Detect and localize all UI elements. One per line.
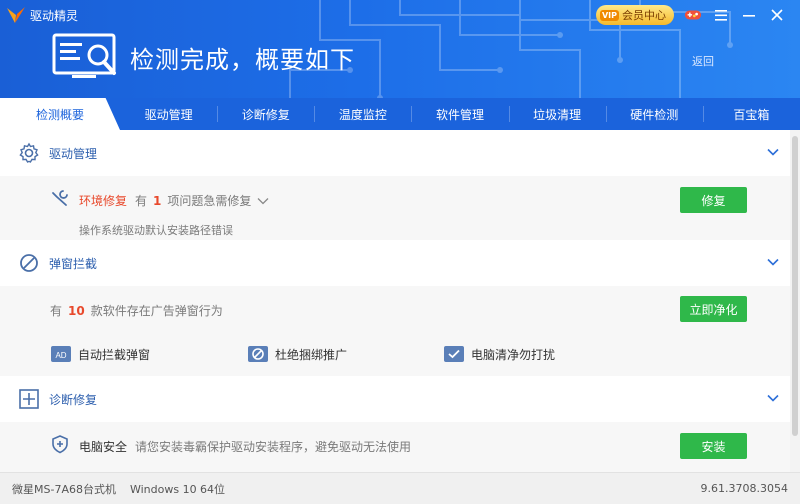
title-bar-controls: VIP 会员中心: [595, 5, 786, 25]
gamepad-icon[interactable]: [684, 6, 702, 24]
gear-icon: [19, 142, 39, 163]
wrench-icon: [52, 190, 68, 206]
app-logo-icon: [7, 7, 25, 23]
os-version: Windows 10 64位: [129, 482, 226, 496]
tab-software-management[interactable]: 软件管理: [411, 98, 508, 130]
feature-label: 自动拦截弹窗: [78, 347, 151, 362]
install-button[interactable]: 安装: [680, 433, 747, 459]
ad-block-icon: AD: [51, 346, 71, 362]
issue-prefix: 有: [135, 194, 148, 208]
section-header-driver[interactable]: 驱动管理: [0, 130, 790, 176]
section-title-driver: 驱动管理: [49, 146, 98, 161]
section-header-popup[interactable]: 弹窗拦截: [0, 240, 790, 286]
menu-icon[interactable]: [712, 6, 730, 24]
diagnose-icon: [19, 389, 39, 409]
section-title-popup: 弹窗拦截: [49, 256, 98, 271]
feature-label: 电脑清净勿打扰: [471, 347, 556, 362]
chevron-down-icon[interactable]: [766, 145, 780, 159]
vip-center-button[interactable]: VIP 会员中心: [595, 5, 674, 25]
popup-summary-row: 有 10 款软件存在广告弹窗行为: [50, 302, 223, 319]
issue-count: 1: [153, 193, 162, 208]
svg-text:AD: AD: [55, 351, 66, 360]
security-description: 请您安装毒霸保护驱动安装程序，避免驱动无法使用: [135, 440, 412, 454]
issue-suffix: 项问题急需修复: [167, 194, 252, 208]
tab-hardware-detection[interactable]: 硬件检测: [605, 98, 703, 130]
section-title-diagnose: 诊断修复: [49, 392, 98, 407]
machine-model: 微星MS-7A68台式机: [12, 482, 116, 496]
vip-center-label: 会员中心: [622, 9, 666, 22]
vertical-scrollbar[interactable]: [790, 130, 800, 472]
overview-content: 驱动管理 环境修复 有 1 项问题急需修复 操作系统驱动默认安装路径错误 修复 …: [0, 130, 790, 472]
app-logo: 驱动精灵: [6, 5, 78, 25]
feature-label: 杜绝捆绑推广: [275, 347, 348, 362]
tab-overview[interactable]: 检测概要: [0, 98, 120, 130]
tab-toolbox[interactable]: 百宝箱: [702, 98, 800, 130]
repair-button[interactable]: 修复: [680, 187, 747, 213]
feature-no-bundle: 杜绝捆绑推广: [247, 343, 347, 365]
scrollbar-thumb[interactable]: [792, 136, 798, 436]
feature-quiet-mode: 电脑清净勿打扰: [443, 343, 555, 365]
no-bundle-icon: [248, 346, 268, 362]
popup-prefix: 有: [50, 304, 63, 318]
section-header-diagnose[interactable]: 诊断修复: [0, 376, 790, 422]
popup-count: 10: [68, 303, 85, 318]
minimize-icon[interactable]: [740, 6, 758, 24]
block-icon: [20, 254, 38, 272]
page-title: 检测完成，概要如下: [130, 46, 355, 74]
shield-icon: [52, 435, 68, 454]
tab-temperature-monitor[interactable]: 温度监控: [314, 98, 411, 130]
tab-driver-management[interactable]: 驱动管理: [120, 98, 217, 130]
popup-suffix: 款软件存在广告弹窗行为: [90, 304, 223, 318]
section-body-diagnose: 电脑安全 请您安装毒霸保护驱动安装程序，避免驱动无法使用 安装: [0, 422, 790, 472]
section-body-popup: 有 10 款软件存在广告弹窗行为 立即净化 AD 自动拦截弹窗 杜绝捆绑推广 电…: [0, 286, 790, 376]
back-link[interactable]: 返回: [692, 53, 714, 69]
close-icon[interactable]: [768, 6, 786, 24]
monitor-scan-icon: [52, 33, 116, 78]
clean-screen-icon: [444, 346, 464, 362]
app-name: 驱动精灵: [30, 8, 79, 23]
app-version: 9.61.3708.3054: [700, 482, 788, 495]
chevron-down-icon[interactable]: [766, 255, 780, 269]
issue-name: 环境修复: [79, 194, 128, 208]
main-tabs: 检测概要 驱动管理 诊断修复 温度监控 软件管理 垃圾清理 硬件检测 百宝箱: [0, 98, 800, 130]
status-bar: 微星MS-7A68台式机 Windows 10 64位 9.61.3708.30…: [0, 472, 800, 504]
section-body-driver: 环境修复 有 1 项问题急需修复 操作系统驱动默认安装路径错误 修复: [0, 176, 790, 240]
security-row: 电脑安全 请您安装毒霸保护驱动安装程序，避免驱动无法使用: [79, 438, 411, 455]
tab-junk-cleanup[interactable]: 垃圾清理: [508, 98, 606, 130]
security-name: 电脑安全: [79, 440, 128, 454]
issue-description: 操作系统驱动默认安装路径错误: [79, 224, 233, 237]
vip-badge: VIP: [599, 9, 619, 21]
header-banner: 驱动精灵 VIP 会员中心 检测完成，概要如下 返回: [0, 0, 800, 98]
feature-auto-block: AD 自动拦截弹窗: [50, 343, 150, 365]
tab-diagnose-repair[interactable]: 诊断修复: [217, 98, 314, 130]
chevron-down-icon[interactable]: [766, 391, 780, 405]
purify-now-button[interactable]: 立即净化: [680, 296, 747, 322]
expand-chevron-icon[interactable]: [257, 195, 269, 207]
driver-issue-row: 环境修复 有 1 项问题急需修复: [79, 192, 269, 209]
